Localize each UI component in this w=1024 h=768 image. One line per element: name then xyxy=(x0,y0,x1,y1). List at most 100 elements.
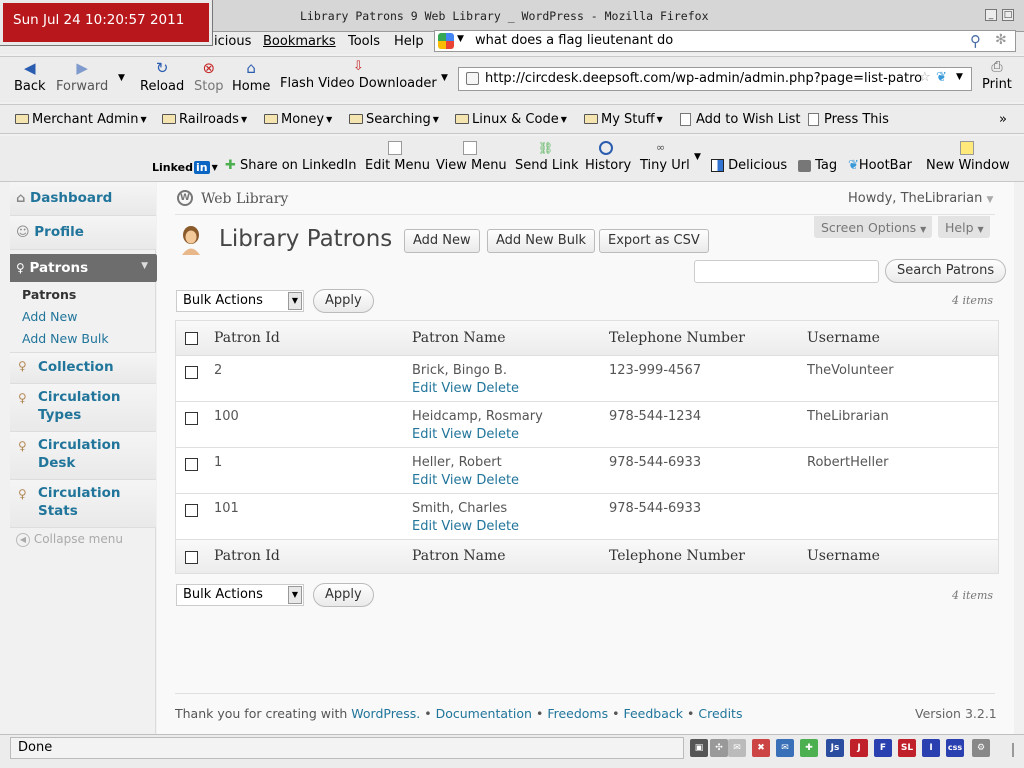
add-new-button[interactable]: Add New xyxy=(404,229,480,253)
bookmark-merchant-admin[interactable]: Merchant Admin ▼ xyxy=(15,112,147,127)
images-toggle-icon[interactable]: I xyxy=(922,739,940,757)
credits-link[interactable]: Credits xyxy=(698,706,742,721)
wordpress-link[interactable]: WordPress. xyxy=(351,706,420,721)
send-link-button[interactable]: Send Link xyxy=(515,158,579,173)
view-link[interactable]: View xyxy=(441,473,472,488)
silverlight-toggle-icon[interactable]: SL xyxy=(898,739,916,757)
delete-link[interactable]: Delete xyxy=(476,427,519,442)
column-footer-patron-name[interactable]: Patron Name xyxy=(412,548,506,564)
javascript-toggle-icon[interactable]: Js xyxy=(826,739,844,757)
flash-toggle-icon[interactable]: F xyxy=(874,739,892,757)
bookmark-railroads[interactable]: Railroads ▼ xyxy=(162,112,247,127)
resize-grip-icon[interactable] xyxy=(1004,743,1014,757)
sidebar-sub-patrons[interactable]: Patrons xyxy=(22,287,76,302)
collapse-menu-button[interactable]: ◀ Collapse menu xyxy=(16,532,123,547)
bookmark-linux-code[interactable]: Linux & Code ▼ xyxy=(455,112,567,127)
row-checkbox[interactable] xyxy=(185,366,198,379)
new-window-button[interactable]: New Window xyxy=(926,158,1010,173)
tools-icon[interactable]: ⚙ xyxy=(972,739,990,757)
engine-dropdown-icon[interactable]: ▼ xyxy=(457,34,464,44)
url-dropdown-icon[interactable]: ▼ xyxy=(956,72,963,82)
java-toggle-icon[interactable]: J xyxy=(850,739,868,757)
feedback-link[interactable]: Feedback xyxy=(623,706,683,721)
apply-button-top[interactable]: Apply xyxy=(313,289,374,313)
sidebar-item-circulation-types[interactable]: ♀ Circulation Types xyxy=(10,384,156,432)
documentation-link[interactable]: Documentation xyxy=(436,706,532,721)
menu-bookmarks-partial[interactable]: icious xyxy=(214,34,251,49)
edit-link[interactable]: Edit xyxy=(412,519,437,534)
grid-icon[interactable]: ✣ xyxy=(710,739,728,757)
site-title-link[interactable]: Web Library xyxy=(201,191,288,207)
menu-bookmarks[interactable]: Bookmarks xyxy=(263,34,336,49)
bookmark-star-icon[interactable]: ☆ xyxy=(919,70,931,85)
stop-button[interactable]: ⊗ Stop xyxy=(194,59,224,94)
share-on-linkedin-button[interactable]: ✚ Share on LinkedIn xyxy=(225,158,357,173)
view-menu-button[interactable]: View Menu xyxy=(436,158,507,173)
google-engine-icon[interactable] xyxy=(438,33,454,49)
bulk-actions-select-top[interactable]: Bulk Actions ▼ xyxy=(176,290,304,312)
view-link[interactable]: View xyxy=(441,381,472,396)
magnifier-icon[interactable]: ⚲ xyxy=(970,32,981,50)
sidebar-item-collection[interactable]: ♀ Collection xyxy=(10,352,156,384)
tag-button[interactable]: Tag xyxy=(798,158,837,173)
view-link[interactable]: View xyxy=(441,427,472,442)
edit-menu-button[interactable]: Edit Menu xyxy=(365,158,430,173)
delicious-status-icon[interactable]: ▣ xyxy=(690,739,708,757)
site-identity-icon[interactable] xyxy=(466,72,479,85)
bookmark-press-this[interactable]: Press This xyxy=(808,112,889,127)
minimize-icon[interactable]: _ xyxy=(985,9,997,21)
row-checkbox[interactable] xyxy=(185,504,198,517)
bookmark-add-to-wish-list[interactable]: Add to Wish List xyxy=(680,112,801,127)
bulk-actions-select-bottom[interactable]: Bulk Actions ▼ xyxy=(176,584,304,606)
row-checkbox[interactable] xyxy=(185,458,198,471)
web-search-box[interactable]: ▼ what does a flag lieutenant do ⚲ ✻ xyxy=(434,30,1016,52)
select-all-checkbox[interactable] xyxy=(185,332,198,345)
print-button[interactable]: ⎙ Print xyxy=(982,59,1012,92)
sidebar-sub-add-new[interactable]: Add New xyxy=(22,309,77,324)
search-patrons-button[interactable]: Search Patrons xyxy=(885,259,1007,283)
column-header-patron-name[interactable]: Patron Name xyxy=(412,330,506,346)
sidebar-item-patrons[interactable]: ♀ Patrons ▼ xyxy=(10,254,156,282)
edit-link[interactable]: Edit xyxy=(412,473,437,488)
home-button[interactable]: ⌂ Home xyxy=(232,59,270,94)
tiny-url-button[interactable]: Tiny Url xyxy=(640,158,690,173)
history-dropdown-icon[interactable]: ▼ xyxy=(118,73,125,83)
addon-puzzle-icon[interactable]: ✚ xyxy=(800,739,818,757)
maximize-icon[interactable]: □ xyxy=(1002,9,1014,21)
twitter-bird-icon[interactable]: ❦ xyxy=(936,70,947,85)
export-csv-button[interactable]: Export as CSV xyxy=(599,229,709,253)
menu-tools[interactable]: Tools xyxy=(348,34,380,49)
wordpress-logo-icon[interactable]: W xyxy=(177,190,193,206)
screen-options-tab[interactable]: Screen Options ▼ xyxy=(814,216,933,238)
email-icon[interactable]: ✉ xyxy=(776,739,794,757)
hootbar-button[interactable]: ❦HootBar xyxy=(848,158,912,173)
back-button[interactable]: ◀ Back xyxy=(14,59,46,94)
bookmark-money[interactable]: Money ▼ xyxy=(264,112,332,127)
apply-button-bottom[interactable]: Apply xyxy=(313,583,374,607)
blocked-icon[interactable]: ✖ xyxy=(752,739,770,757)
column-header-telephone[interactable]: Telephone Number xyxy=(609,330,745,346)
help-tab[interactable]: Help ▼ xyxy=(938,216,990,238)
edit-link[interactable]: Edit xyxy=(412,381,437,396)
history-button[interactable]: History xyxy=(585,158,631,173)
search-patrons-input[interactable] xyxy=(694,260,879,283)
delete-link[interactable]: Delete xyxy=(476,519,519,534)
column-footer-username[interactable]: Username xyxy=(807,548,880,564)
sidebar-item-circulation-desk[interactable]: ♀ Circulation Desk xyxy=(10,432,156,480)
search-input[interactable]: what does a flag lieutenant do xyxy=(475,33,673,48)
howdy-user-menu[interactable]: Howdy, TheLibrarian ▼ xyxy=(848,191,993,206)
sidebar-item-dashboard[interactable]: ⌂ Dashboard xyxy=(10,182,156,216)
freedoms-link[interactable]: Freedoms xyxy=(547,706,608,721)
flash-video-downloader-button[interactable]: ⇩ Flash Video Downloader xyxy=(280,59,437,91)
add-new-bulk-button[interactable]: Add New Bulk xyxy=(487,229,596,253)
sidebar-item-profile[interactable]: ☺ Profile xyxy=(10,216,156,250)
row-checkbox[interactable] xyxy=(185,412,198,425)
bookmark-my-stuff[interactable]: My Stuff ▼ xyxy=(584,112,663,127)
mail-icon[interactable]: ✉ xyxy=(728,739,746,757)
delete-link[interactable]: Delete xyxy=(476,381,519,396)
chevron-right-icon[interactable]: » xyxy=(999,112,1007,127)
edit-link[interactable]: Edit xyxy=(412,427,437,442)
view-link[interactable]: View xyxy=(441,519,472,534)
tiny-url-dropdown-icon[interactable]: ▼ xyxy=(694,152,701,162)
delete-link[interactable]: Delete xyxy=(476,473,519,488)
